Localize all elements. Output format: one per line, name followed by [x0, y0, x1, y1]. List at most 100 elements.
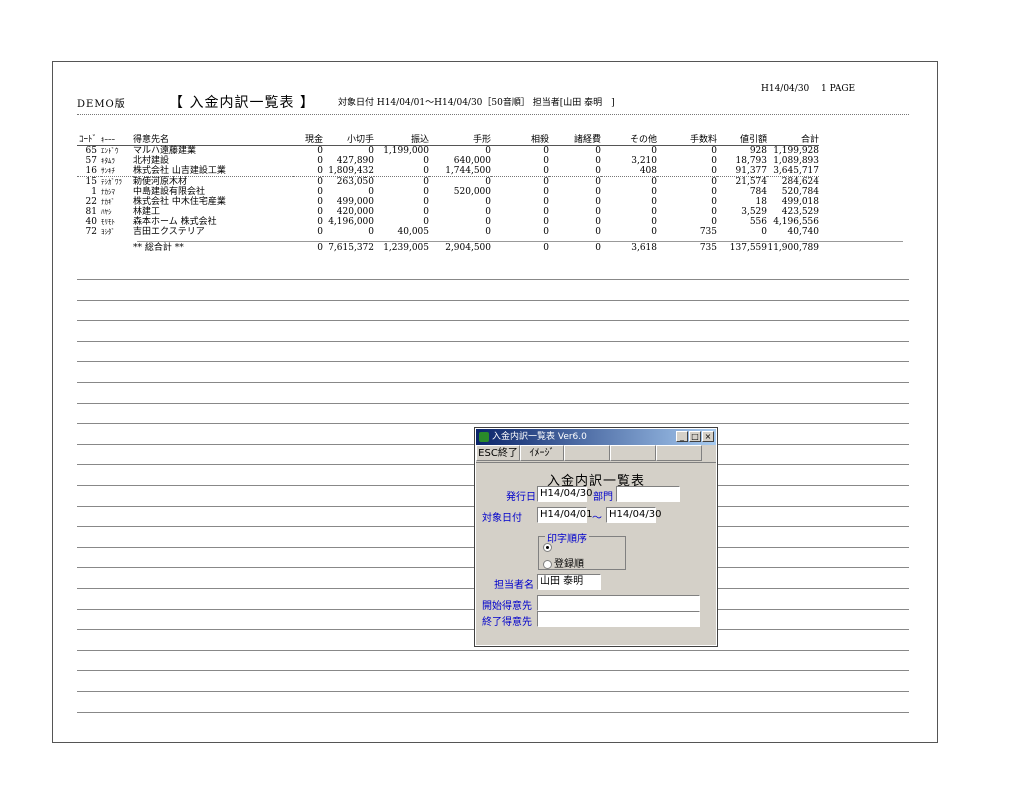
department-label: 部門 [593, 492, 613, 503]
report-ruled-line [77, 423, 909, 424]
header-divider [77, 114, 909, 115]
row-fee: 0 [711, 197, 717, 207]
row-discount: 21,574 [735, 177, 768, 187]
row-offset: 0 [543, 207, 549, 217]
order-option-2-label: 登録順 [554, 559, 584, 570]
row-other: 0 [651, 177, 657, 187]
report-ruled-line [77, 320, 909, 321]
row-total: 1,089,893 [773, 156, 819, 166]
table-row: 15 ﾃｼｶﾞﾜﾗ 勅使河原木材 0 263,050 0 0 0 0 0 0 21,574 284,62… [77, 176, 819, 188]
report-ruled-line [77, 650, 909, 651]
total-offset: 0 [543, 243, 549, 253]
row-check: 420,000 [336, 207, 374, 217]
row-offset: 0 [543, 166, 549, 176]
department-input[interactable] [616, 486, 680, 502]
table-row: 16 ｻﾝｷﾁ 株式会社 山吉建設工業 0 1,809,432 0 1,744,500 0 0 4… [77, 166, 819, 177]
row-total: 1,199,928 [773, 146, 819, 156]
order-option-registration[interactable]: 登録順 [543, 555, 584, 570]
end-customer-input[interactable] [537, 611, 700, 627]
issue-date-input[interactable]: H14/04/30 [537, 486, 592, 502]
target-from-input[interactable]: H14/04/01 [537, 507, 592, 523]
row-check: 4,196,000 [328, 217, 374, 227]
row-total: 4,196,556 [773, 217, 819, 227]
minimize-button[interactable]: _ [676, 431, 688, 442]
col-offset: 相殺 [491, 135, 549, 146]
col-fee: 手数料 [657, 135, 717, 146]
row-bill: 0 [485, 146, 491, 156]
report-ruled-line [77, 670, 909, 671]
order-option-1[interactable] [543, 542, 554, 553]
col-total: 合計 [767, 135, 819, 146]
dialog-titlebar[interactable]: 入金内訳一覧表 Ver6.0 _ □ × [476, 429, 716, 445]
row-transfer: 0 [423, 207, 429, 217]
row-kana: ﾅｶｷﾞ [101, 198, 115, 206]
total-expense: 0 [595, 243, 601, 253]
row-cash: 0 [317, 156, 323, 166]
row-code: 40 [85, 217, 97, 227]
row-kana: ﾅｶｼﾏ [101, 188, 115, 196]
row-cash: 0 [317, 197, 323, 207]
table-row: 65 ｴﾝﾄﾞｳ マルハ遠藤建業 0 0 1,199,000 0 0 0 0 0 928 1,199,9… [77, 146, 819, 157]
total-amount: 11,900,789 [767, 243, 819, 253]
row-check: 0 [368, 146, 374, 156]
report-title: 【 入金内訳一覧表 】 [169, 95, 315, 111]
image-preview-button[interactable]: ｲﾒｰｼﾞ [520, 445, 564, 461]
row-expense: 0 [595, 187, 601, 197]
print-date: H14/04/30 [761, 84, 810, 94]
row-discount: 928 [749, 146, 767, 156]
person-label: 担当者名 [494, 580, 534, 591]
row-fee: 0 [711, 207, 717, 217]
total-transfer: 1,239,005 [383, 243, 429, 253]
row-discount: 18,793 [735, 156, 768, 166]
row-bill: 0 [485, 227, 491, 237]
start-customer-input[interactable] [537, 595, 700, 611]
page-number: 1 PAGE [821, 84, 856, 94]
row-transfer: 0 [423, 177, 429, 187]
column-header-row: ｺｰﾄﾞ ｷｰｰｰ 得意先名 現金 小切手 振込 手形 相殺 諸経費 その他 手… [77, 135, 819, 146]
row-cash: 0 [317, 227, 323, 237]
app-icon [479, 432, 489, 442]
esc-exit-button[interactable]: ESC終了 [476, 445, 520, 461]
report-ruled-line [77, 691, 909, 692]
row-code: 16 [85, 166, 97, 176]
row-discount: 556 [749, 217, 767, 227]
row-transfer: 0 [423, 217, 429, 227]
row-transfer: 1,199,000 [383, 146, 429, 156]
row-transfer: 0 [423, 156, 429, 166]
total-cash: 0 [317, 243, 323, 253]
row-offset: 0 [543, 177, 549, 187]
row-fee: 0 [711, 177, 717, 187]
person-input[interactable]: 山田 泰明 [537, 574, 601, 590]
grand-total-row: ** 総合計 ** 0 7,615,372 1,239,005 2,904,50… [77, 237, 819, 253]
row-code: 72 [85, 227, 97, 237]
row-cash: 0 [317, 217, 323, 227]
row-customer-name: 林建工 [133, 207, 161, 217]
toolbar-slot-4[interactable] [610, 445, 656, 461]
row-expense: 0 [595, 146, 601, 156]
row-transfer: 0 [423, 187, 429, 197]
row-code: 57 [85, 156, 97, 166]
print-order-group: 印字順序 登録順 [538, 530, 626, 570]
row-expense: 0 [595, 207, 601, 217]
row-code: 65 [85, 146, 97, 156]
row-discount: 91,377 [735, 166, 768, 176]
col-cash: 現金 [293, 135, 323, 146]
col-bill: 手形 [429, 135, 491, 146]
maximize-button[interactable]: □ [689, 431, 701, 442]
table-row: 40 ﾓﾘﾓﾄ 森本ホーム 株式会社 0 4,196,000 0 0 0 0 0 0 556 4,196… [77, 217, 819, 227]
issue-date-label: 発行日 [506, 492, 536, 503]
close-button[interactable]: × [702, 431, 714, 442]
toolbar-slot-3[interactable] [564, 445, 610, 461]
row-transfer: 0 [423, 166, 429, 176]
row-kana: ﾓﾘﾓﾄ [101, 218, 115, 226]
row-bill: 520,000 [453, 187, 491, 197]
row-expense: 0 [595, 177, 601, 187]
toolbar-slot-5[interactable] [656, 445, 702, 461]
row-customer-name: 北村建設 [133, 156, 170, 166]
row-kana: ｻﾝｷﾁ [101, 167, 115, 175]
target-to-input[interactable]: H14/04/30 [606, 507, 661, 523]
row-code: 15 [85, 177, 97, 187]
dialog-toolbar: ESC終了 ｲﾒｰｼﾞ [476, 445, 716, 463]
row-cash: 0 [317, 166, 323, 176]
row-total: 3,645,717 [773, 166, 819, 176]
